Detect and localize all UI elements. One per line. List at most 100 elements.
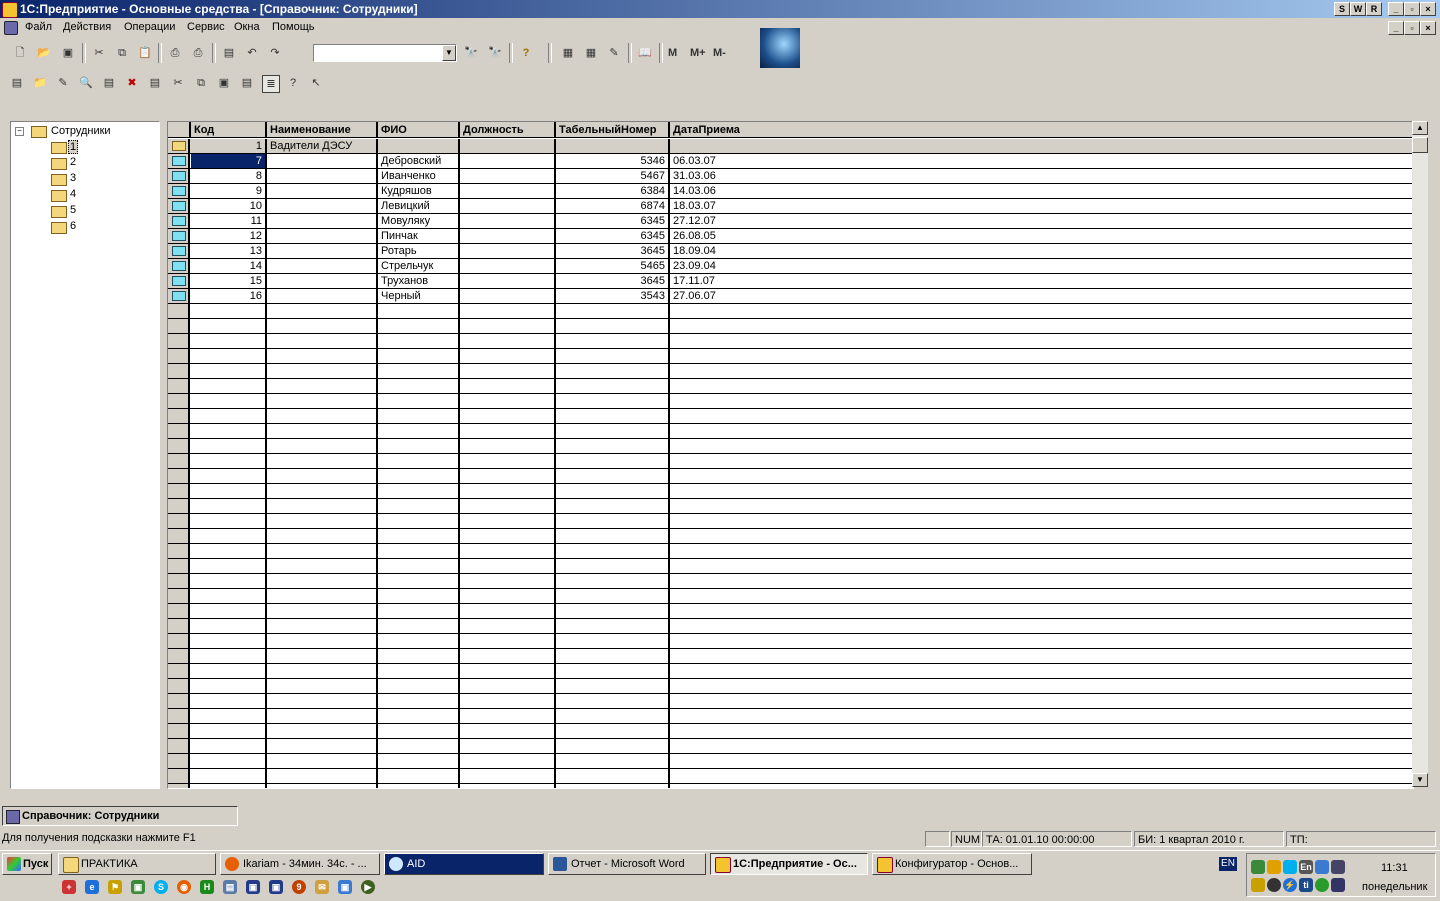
- cell-tab[interactable]: 5346: [556, 154, 670, 168]
- new-icon[interactable]: 🗋: [12, 45, 28, 61]
- cell-dolzh[interactable]: [460, 139, 556, 153]
- cell-date[interactable]: 06.03.07: [670, 154, 1413, 168]
- cell-date[interactable]: [670, 439, 1413, 453]
- cell-dolzh[interactable]: [460, 169, 556, 183]
- cell-name[interactable]: [267, 514, 378, 528]
- cell-date[interactable]: [670, 349, 1413, 363]
- new-group-icon[interactable]: 📁: [32, 75, 48, 91]
- cell-date[interactable]: [670, 664, 1413, 678]
- hierarchy-icon[interactable]: ≣: [262, 75, 280, 93]
- tree-root[interactable]: Сотрудники: [51, 125, 111, 137]
- cell-fio[interactable]: Кудряшов: [378, 184, 460, 198]
- s-button[interactable]: S: [1334, 2, 1350, 16]
- cell-kod[interactable]: 7: [191, 154, 267, 168]
- row-selector[interactable]: [168, 349, 190, 363]
- cell-date[interactable]: [670, 529, 1413, 543]
- cell-name[interactable]: Вадители ДЭСУ: [267, 139, 378, 153]
- item-help-icon[interactable]: ?: [285, 75, 301, 91]
- row-selector[interactable]: [168, 304, 190, 318]
- cell-kod[interactable]: [191, 559, 267, 573]
- cell-kod[interactable]: [191, 424, 267, 438]
- cell-name[interactable]: [267, 469, 378, 483]
- cell-date[interactable]: [670, 364, 1413, 378]
- table-row[interactable]: 15 Труханов 3645 17.11.07: [168, 274, 1413, 289]
- cell-fio[interactable]: [378, 559, 460, 573]
- vertical-scrollbar[interactable]: ▲ ▼: [1412, 121, 1428, 787]
- cell-name[interactable]: [267, 244, 378, 258]
- cell-kod[interactable]: [191, 784, 267, 788]
- cell-fio[interactable]: [378, 469, 460, 483]
- cell-date[interactable]: [670, 484, 1413, 498]
- cell-kod[interactable]: [191, 319, 267, 333]
- cell-dolzh[interactable]: [460, 679, 556, 693]
- cell-dolzh[interactable]: [460, 769, 556, 783]
- cell-tab[interactable]: [556, 469, 670, 483]
- doc-minimize-icon[interactable]: _: [1388, 21, 1404, 35]
- row-selector[interactable]: [168, 709, 190, 723]
- cell-dolzh[interactable]: [460, 619, 556, 633]
- cell-kod[interactable]: [191, 544, 267, 558]
- cell-name[interactable]: [267, 274, 378, 288]
- print-icon[interactable]: ⎙: [167, 45, 183, 61]
- tray-icon[interactable]: [1251, 878, 1265, 892]
- header-name[interactable]: Наименование: [267, 122, 378, 138]
- cell-date[interactable]: [670, 304, 1413, 318]
- cell-name[interactable]: [267, 154, 378, 168]
- row-selector[interactable]: [168, 754, 190, 768]
- app-icon[interactable]: [2, 2, 18, 18]
- edit-row-icon[interactable]: ▤: [101, 75, 117, 91]
- ie-icon[interactable]: e: [85, 880, 99, 894]
- row-selector[interactable]: [168, 679, 190, 693]
- row-selector[interactable]: [168, 169, 190, 183]
- help-icon[interactable]: ?: [518, 45, 534, 61]
- cell-kod[interactable]: 8: [191, 169, 267, 183]
- cell-date[interactable]: [670, 709, 1413, 723]
- cell-fio[interactable]: [378, 589, 460, 603]
- cell-name[interactable]: [267, 184, 378, 198]
- table-row[interactable]: [168, 589, 1413, 604]
- cell-name[interactable]: [267, 709, 378, 723]
- filter-icon[interactable]: ✂: [170, 75, 186, 91]
- table-row[interactable]: [168, 664, 1413, 679]
- row-selector[interactable]: [168, 604, 190, 618]
- cell-dolzh[interactable]: [460, 364, 556, 378]
- table-row[interactable]: 1 Вадители ДЭСУ: [168, 139, 1413, 154]
- table-row[interactable]: 9 Кудряшов 6384 14.03.06: [168, 184, 1413, 199]
- cell-kod[interactable]: 12: [191, 229, 267, 243]
- cell-dolzh[interactable]: [460, 244, 556, 258]
- row-selector[interactable]: [168, 559, 190, 573]
- row-selector[interactable]: [168, 214, 190, 228]
- tray-icon[interactable]: ⚡: [1283, 878, 1297, 892]
- cell-date[interactable]: 17.11.07: [670, 274, 1413, 288]
- quicklaunch-icon[interactable]: +: [62, 880, 76, 894]
- cell-fio[interactable]: [378, 139, 460, 153]
- row-selector[interactable]: [168, 649, 190, 663]
- cell-name[interactable]: [267, 529, 378, 543]
- cell-date[interactable]: [670, 679, 1413, 693]
- cell-tab[interactable]: [556, 559, 670, 573]
- cut-icon[interactable]: ✂: [91, 45, 107, 61]
- cell-name[interactable]: [267, 454, 378, 468]
- cell-fio[interactable]: Пинчак: [378, 229, 460, 243]
- paste-item-icon[interactable]: ▣: [216, 75, 232, 91]
- row-selector[interactable]: [168, 694, 190, 708]
- cell-kod[interactable]: [191, 709, 267, 723]
- cell-dolzh[interactable]: [460, 514, 556, 528]
- row-selector[interactable]: [168, 529, 190, 543]
- cell-date[interactable]: [670, 379, 1413, 393]
- cell-tab[interactable]: [556, 364, 670, 378]
- cell-kod[interactable]: [191, 379, 267, 393]
- cell-date[interactable]: 26.08.05: [670, 229, 1413, 243]
- row-selector[interactable]: [168, 784, 190, 788]
- cell-name[interactable]: [267, 604, 378, 618]
- cell-kod[interactable]: [191, 694, 267, 708]
- cell-kod[interactable]: 11: [191, 214, 267, 228]
- cell-tab[interactable]: [556, 754, 670, 768]
- row-selector[interactable]: [168, 439, 190, 453]
- quicklaunch-icon[interactable]: ▣: [246, 880, 260, 894]
- cell-name[interactable]: [267, 679, 378, 693]
- cell-fio[interactable]: [378, 724, 460, 738]
- save-icon[interactable]: ▣: [60, 45, 76, 61]
- scroll-up-icon[interactable]: ▲: [1412, 121, 1428, 135]
- tree-item-4[interactable]: 4: [70, 188, 76, 200]
